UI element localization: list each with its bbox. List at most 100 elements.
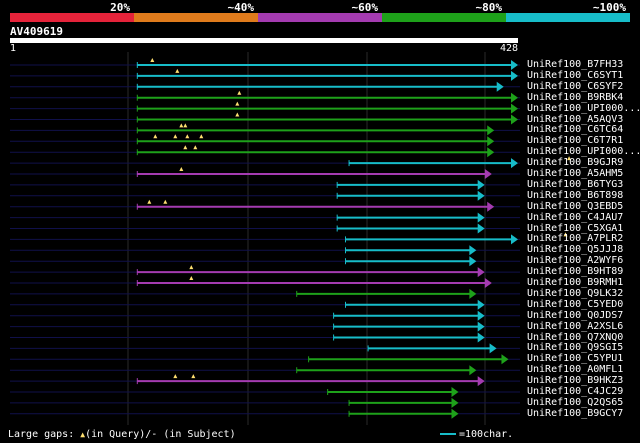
gap-marker-icon: [179, 123, 184, 128]
hit-name-link[interactable]: UniRef100_C5YED0: [527, 299, 623, 310]
hit-row[interactable]: [10, 58, 520, 70]
gap-marker-icon: [235, 101, 240, 106]
hit-row[interactable]: [10, 190, 520, 201]
hit-row[interactable]: [10, 310, 520, 321]
hit-arrow-icon: [477, 332, 485, 343]
hit-arrow-icon: [477, 212, 485, 223]
gap-marker-icon: [175, 68, 180, 73]
hit-name-link[interactable]: UniRef100_A7PLR2: [527, 234, 623, 244]
scale-note: =100char.: [440, 429, 513, 440]
hit-name-link[interactable]: UniRef100_C6SYT1: [527, 70, 623, 81]
hit-row[interactable]: [10, 223, 520, 234]
hit-arrow-icon: [469, 288, 477, 299]
hit-name-link[interactable]: UniRef100_B9RMH1: [527, 278, 623, 288]
hit-row[interactable]: [10, 365, 520, 376]
hit-name-link[interactable]: UniRef100_Q5JJJ8: [527, 245, 623, 255]
hit-row[interactable]: [10, 167, 520, 179]
hit-name-link[interactable]: UniRef100_A0MFL1: [527, 365, 623, 375]
hit-arrow-icon: [487, 136, 495, 147]
hit-name-link[interactable]: UniRef100_B6TYG3: [527, 179, 623, 190]
hit-arrow-icon: [477, 299, 485, 310]
hit-name-link[interactable]: UniRef100_Q0JDS7: [527, 310, 623, 321]
hit-name-link[interactable]: UniRef100_C4JC29: [527, 387, 623, 397]
hit-row[interactable]: [10, 156, 572, 169]
hit-name-link[interactable]: UniRef100_C5YPU1: [527, 354, 623, 364]
gap-legend: Large gaps: ▲(in Query)/- (in Subject): [8, 429, 236, 440]
scale-line-icon: [440, 433, 456, 435]
hit-name-link[interactable]: UniRef100_B9GJR9: [527, 158, 623, 168]
hit-name-link[interactable]: UniRef100_Q7XNQ0: [527, 332, 623, 343]
hit-row[interactable]: [10, 354, 520, 365]
hit-row[interactable]: [10, 276, 520, 288]
hit-row[interactable]: [10, 101, 520, 114]
hit-row[interactable]: [10, 179, 520, 190]
hit-arrow-icon: [469, 256, 477, 267]
hit-name-link[interactable]: UniRef100_A5AHM5: [527, 169, 623, 179]
gap-marker-icon: [173, 374, 178, 379]
hit-arrow-icon: [469, 365, 477, 376]
hit-row[interactable]: [10, 212, 520, 223]
hit-row[interactable]: [10, 68, 520, 81]
hit-name-link[interactable]: UniRef100_B6T898: [527, 190, 623, 201]
hit-arrow-icon: [511, 92, 518, 103]
hit-name-link[interactable]: UniRef100_Q3EBD5: [527, 201, 623, 212]
hit-name-link[interactable]: UniRef100_B9GCY7: [527, 408, 623, 419]
hit-name-link[interactable]: UniRef100_C6T7R1: [527, 136, 623, 146]
hit-name-link[interactable]: UniRef100_B7FH33: [527, 60, 623, 70]
gap-marker-icon: [189, 276, 194, 280]
hit-arrow-icon: [484, 169, 492, 179]
hit-arrow-icon: [477, 310, 485, 321]
hit-row[interactable]: [10, 397, 520, 408]
hit-row[interactable]: [10, 408, 520, 419]
hit-row[interactable]: [10, 123, 520, 136]
hit-name-link[interactable]: UniRef100_A5AQV3: [527, 114, 623, 125]
hit-name-link[interactable]: UniRef100_B9HT89: [527, 267, 623, 277]
gap-marker-icon: [235, 112, 240, 117]
hit-arrow-icon: [489, 343, 497, 354]
hit-row[interactable]: [10, 343, 520, 354]
hit-name-link[interactable]: UniRef100_A2WYF6: [527, 256, 623, 266]
hit-name-link[interactable]: UniRef100_C6TC64: [527, 125, 623, 135]
hit-arrow-icon: [477, 190, 485, 201]
gap-marker-icon: [179, 167, 184, 171]
hit-name-link[interactable]: UniRef100_Q9SGI5: [527, 343, 623, 353]
gap-marker-icon: [173, 134, 178, 139]
hit-arrow-icon: [477, 223, 485, 234]
hit-row[interactable]: [10, 232, 568, 245]
hit-arrow-icon: [501, 354, 509, 365]
hit-name-link[interactable]: UniRef100_UPI000...: [527, 103, 640, 114]
hit-name-link[interactable]: UniRef100_B9RBK4: [527, 92, 623, 103]
hit-arrow-icon: [487, 147, 495, 158]
hit-row[interactable]: [10, 112, 520, 125]
hit-arrow-icon: [511, 158, 518, 169]
hit-arrow-icon: [451, 397, 459, 408]
hit-row[interactable]: [10, 321, 520, 332]
hit-row[interactable]: [10, 387, 520, 397]
hit-row[interactable]: [10, 374, 520, 387]
gap-marker-icon: [183, 145, 188, 150]
hit-row[interactable]: [10, 265, 520, 278]
gaps-description: (in Query)/- (in Subject): [85, 429, 236, 440]
hit-row[interactable]: [10, 134, 520, 147]
hit-row[interactable]: [10, 288, 520, 299]
hit-row[interactable]: [10, 256, 520, 267]
hit-arrow-icon: [511, 60, 518, 70]
hit-name-link[interactable]: UniRef100_C5XGA1: [527, 223, 623, 234]
hit-name-link[interactable]: UniRef100_A2XSL6: [527, 321, 623, 332]
hit-name-link[interactable]: UniRef100_C6SYF2: [527, 81, 623, 92]
gap-marker-icon: [237, 90, 242, 95]
hit-name-link[interactable]: UniRef100_Q2QS65: [527, 397, 623, 408]
hit-arrow-icon: [451, 408, 459, 419]
hit-row[interactable]: [10, 332, 520, 343]
hit-name-link[interactable]: UniRef100_C4JAU7: [527, 212, 623, 223]
hit-row[interactable]: [10, 199, 520, 212]
hit-row[interactable]: [10, 145, 520, 158]
hit-name-link[interactable]: UniRef100_Q9LK32: [527, 288, 623, 299]
gap-marker-icon: [163, 199, 168, 204]
hit-name-link[interactable]: UniRef100_UPI000...: [527, 147, 640, 157]
hit-row[interactable]: [10, 90, 520, 103]
hit-row[interactable]: [10, 245, 520, 256]
hit-row[interactable]: [10, 81, 520, 92]
hit-row[interactable]: [10, 299, 520, 310]
hit-name-link[interactable]: UniRef100_B9HKZ3: [527, 376, 623, 386]
